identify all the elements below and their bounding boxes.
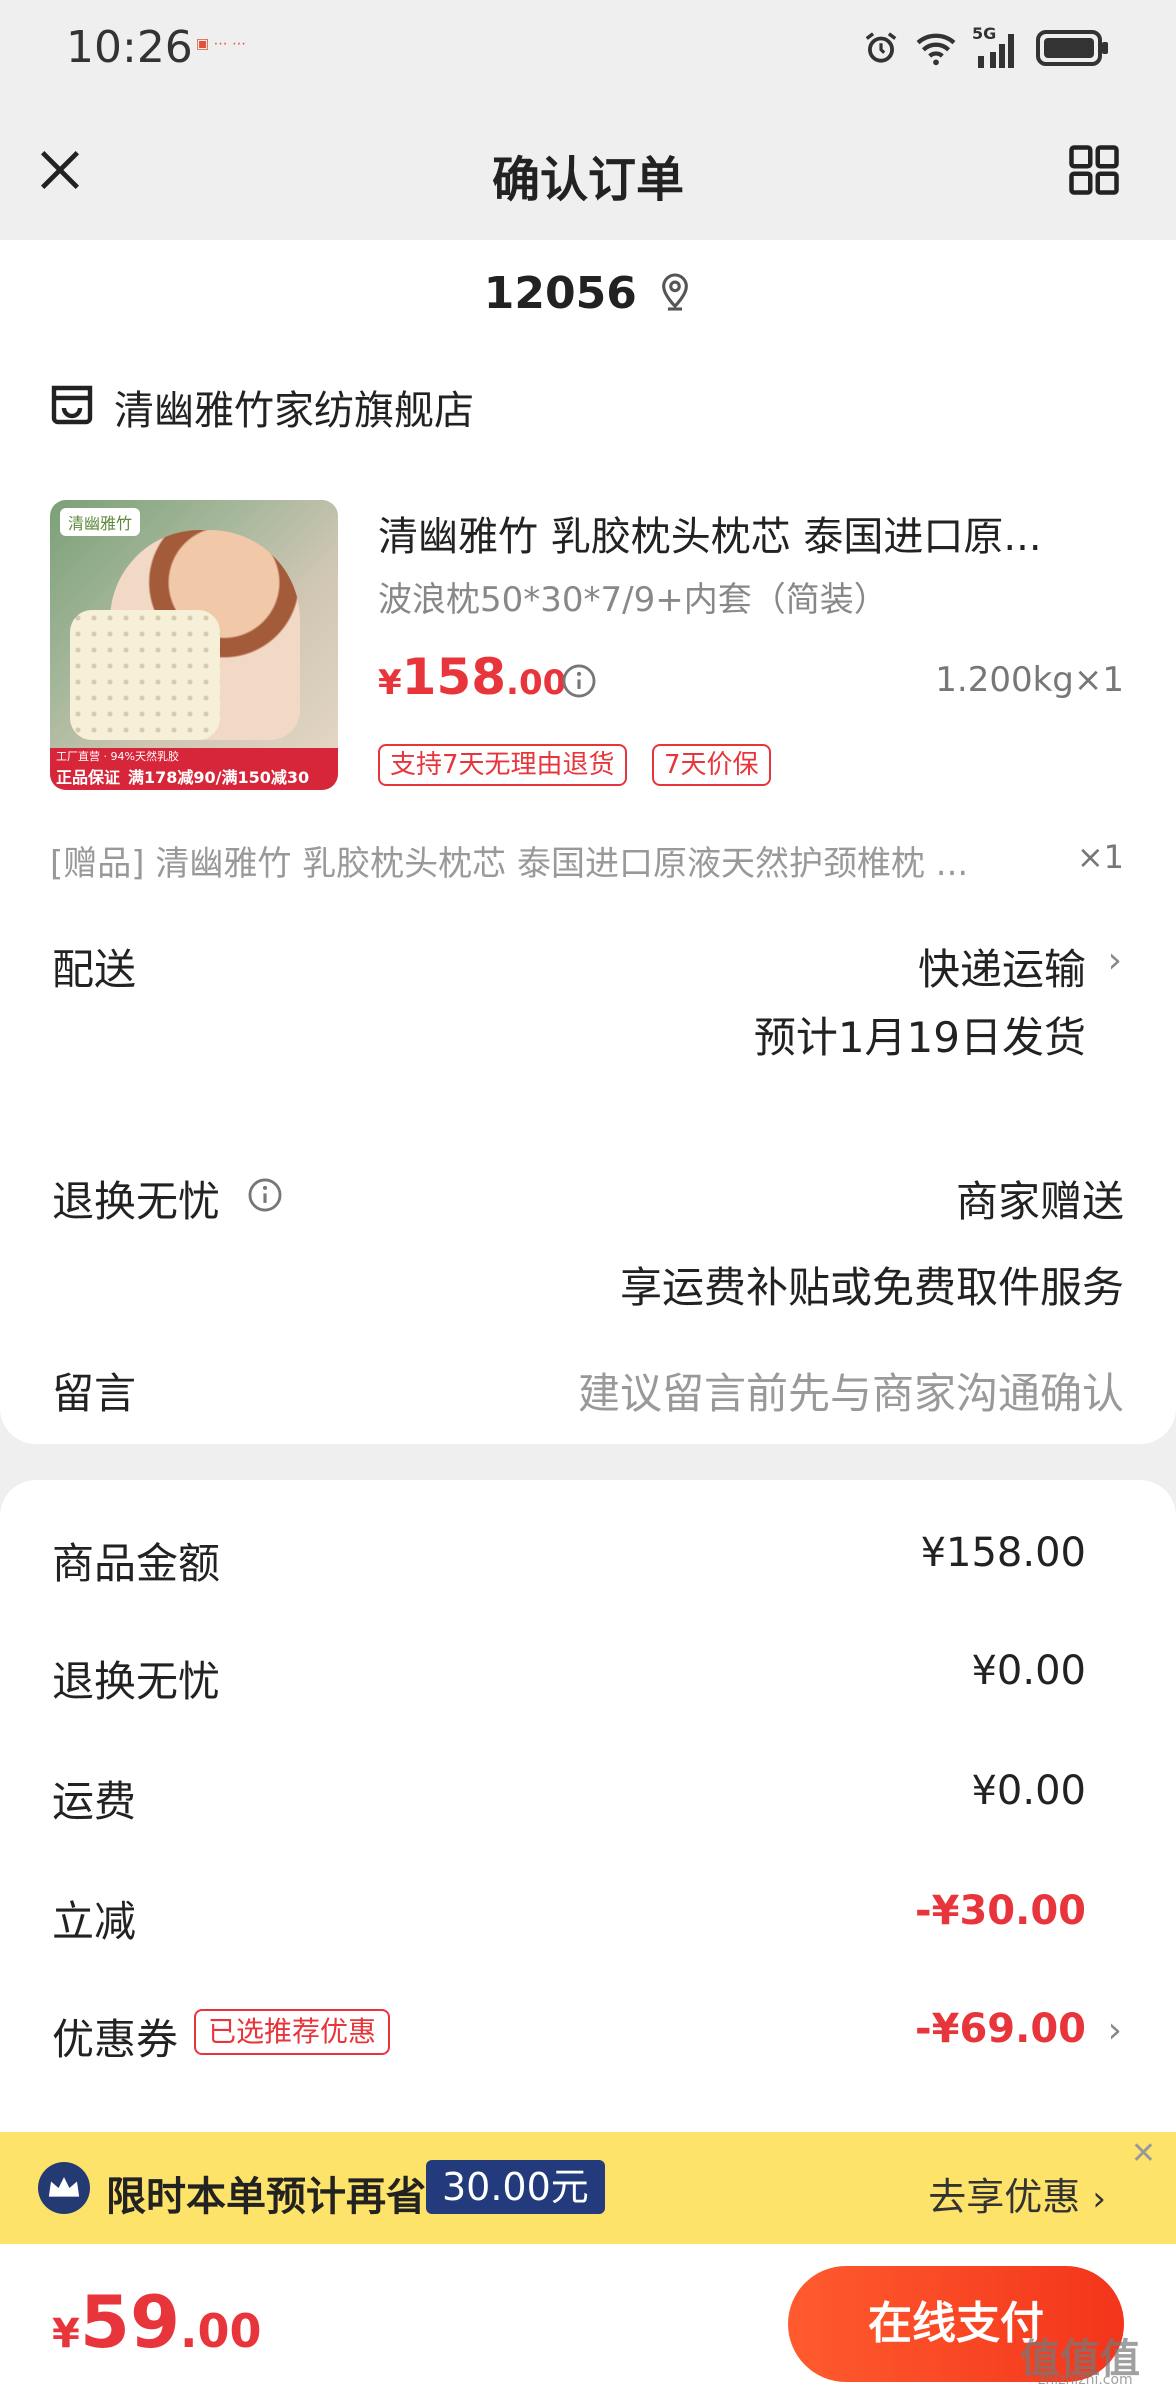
- product-title[interactable]: 清幽雅竹 乳胶枕头枕芯 泰国进口原...: [378, 504, 1042, 562]
- goods-amount-value: ¥158.00: [920, 1530, 1086, 1576]
- shipping-label: 运费: [52, 1777, 137, 1826]
- total-decimal: .00: [180, 2304, 262, 2358]
- page-title: 确认订单: [491, 152, 684, 208]
- location-pin-icon: [662, 273, 689, 311]
- banner-link[interactable]: 去享优惠 ›: [928, 2166, 1106, 2221]
- thumb-promo: 满178减90/满150减30: [128, 768, 310, 787]
- goods-amount-label: 商品金额: [52, 1539, 221, 1588]
- thumb-banner-top: 工厂直营 · 94%天然乳胶: [56, 750, 179, 763]
- thumb-banner: 工厂直营 · 94%天然乳胶 正品保证 满178减90/满150减30: [50, 748, 338, 790]
- gift-qty: ×1: [1076, 838, 1124, 876]
- watermark-sub: zhizhizhi.com: [1038, 2372, 1133, 2388]
- more-menu-button[interactable]: [1064, 140, 1124, 200]
- address-text: 12056: [483, 268, 637, 319]
- discount-label: 立减: [52, 1897, 137, 1946]
- status-time: 10:26: [66, 22, 193, 73]
- signal-icon: 5G: [972, 24, 1022, 68]
- battery-icon: [1036, 30, 1108, 66]
- wifi-icon: [916, 33, 956, 66]
- delivery-label: 配送: [52, 945, 137, 994]
- tag-7day-return: 支持7天无理由退货: [378, 744, 627, 786]
- message-label: 留言: [52, 1369, 137, 1418]
- grid-menu-icon: [1069, 145, 1119, 195]
- coupon-value[interactable]: -¥69.00: [915, 2006, 1086, 2052]
- delivery-eta: 预计1月19日发货: [753, 1013, 1086, 1062]
- returns-value: 商家赠送: [955, 1177, 1124, 1226]
- price-decimal: .00: [506, 663, 567, 703]
- product-price: ¥158.00: [378, 648, 566, 706]
- banner-close-icon[interactable]: ✕: [1131, 2136, 1156, 2171]
- banner-text: 限时本单预计再省: [106, 2174, 426, 2220]
- coupon-chevron-icon[interactable]: ›: [1108, 2010, 1122, 2051]
- delivery-method[interactable]: 快递运输: [918, 936, 1086, 997]
- address-row[interactable]: 12056: [0, 268, 1176, 319]
- thumb-banner-bottom: 正品保证: [56, 768, 121, 787]
- total-price: ¥59.00: [52, 2280, 262, 2364]
- returns-fee-value: ¥0.00: [971, 1648, 1086, 1694]
- thumb-banner-bottom-row: 正品保证 满178减90/满150减30: [50, 764, 338, 788]
- tag-price-protect: 7天价保: [652, 744, 771, 786]
- thumb-pillow: [70, 610, 220, 740]
- banner-amount: 30.00元: [426, 2160, 605, 2214]
- product-thumbnail[interactable]: 清幽雅竹 工厂直营 · 94%天然乳胶 正品保证 满178减90/满150减30: [50, 500, 338, 790]
- price-info-icon[interactable]: [560, 662, 598, 704]
- total-integer: 59: [79, 2280, 181, 2364]
- banner-link-label: 去享优惠: [928, 2175, 1081, 2219]
- total-symbol: ¥: [52, 2311, 80, 2357]
- coupon-label: 优惠券: [52, 2015, 179, 2064]
- price-integer: 158: [401, 648, 507, 706]
- store-icon: [48, 380, 96, 430]
- notification-icon: ▣ ⋯ ⋯: [196, 36, 247, 52]
- product-weight-qty: 1.200kg×1: [935, 660, 1124, 700]
- status-icons: 5G: [862, 24, 1110, 68]
- chevron-right-icon[interactable]: ›: [1108, 940, 1122, 981]
- shipping-value: ¥0.00: [971, 1768, 1086, 1814]
- discount-value: -¥30.00: [915, 1888, 1086, 1934]
- alarm-icon: [865, 32, 897, 63]
- chevron-right-icon: ›: [1092, 2179, 1106, 2219]
- product-spec[interactable]: 波浪枕50*30*7/9+内套（简装）: [378, 572, 888, 621]
- thumb-brand: 清幽雅竹: [60, 508, 141, 536]
- coupon-tag: 已选推荐优惠: [194, 2009, 391, 2055]
- returns-fee-label: 退换无忧: [52, 1657, 221, 1706]
- returns-desc: 享运费补贴或免费取件服务: [619, 1263, 1124, 1312]
- price-symbol: ¥: [378, 663, 402, 703]
- returns-info-icon[interactable]: [246, 1176, 284, 1218]
- gift-item[interactable]: [赠品] 清幽雅竹 乳胶枕头枕芯 泰国进口原液天然护颈椎枕 ...: [50, 836, 968, 885]
- crown-icon: [38, 2162, 90, 2214]
- store-name[interactable]: 清幽雅竹家纺旗舰店: [114, 378, 474, 436]
- returns-label: 退换无忧: [52, 1177, 221, 1226]
- message-input[interactable]: 建议留言前先与商家沟通确认: [578, 1360, 1124, 1421]
